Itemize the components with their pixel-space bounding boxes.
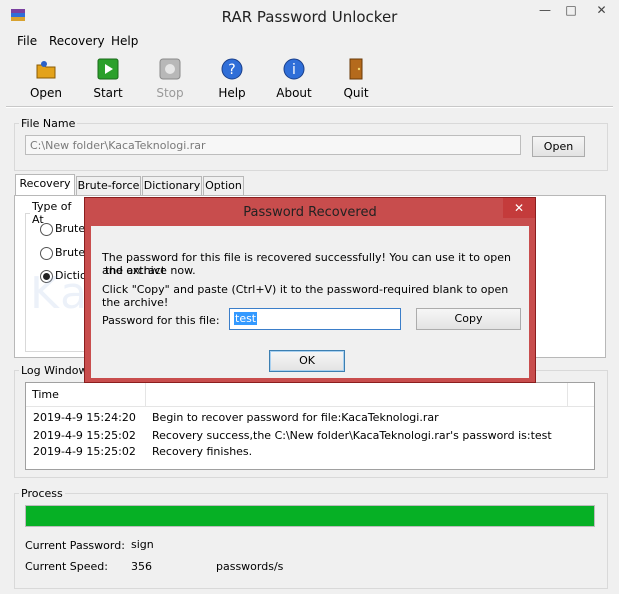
current-speed-label: Current Speed:	[25, 560, 108, 573]
play-icon	[97, 58, 119, 80]
password-value: test	[234, 312, 258, 325]
current-password-value: sign	[131, 538, 154, 551]
toolbar: Open Start Stop ? Help i About Quit	[0, 52, 619, 106]
radio-brute-2-label: Brute	[55, 246, 86, 259]
menu-help[interactable]: Help	[111, 34, 138, 48]
door-exit-icon	[345, 58, 367, 80]
log-column-message[interactable]	[146, 383, 568, 407]
about-label: About	[276, 86, 312, 100]
dialog-message-2: Click "Copy" and paste (Ctrl+V) it to th…	[102, 283, 509, 309]
log-row-3-time: 2019-4-9 15:25:02	[33, 445, 136, 458]
stop-icon	[159, 58, 181, 80]
svg-text:i: i	[292, 62, 296, 78]
stop-button[interactable]: Stop	[145, 58, 195, 100]
dialog-close-button[interactable]: ✕	[503, 198, 535, 218]
log-window-label: Log Window	[21, 364, 88, 377]
quit-button[interactable]: Quit	[331, 58, 381, 100]
progress-bar	[25, 505, 595, 527]
start-label: Start	[93, 86, 123, 100]
password-field[interactable]: test	[229, 308, 401, 330]
log-row-3-message: Recovery finishes.	[152, 445, 253, 458]
password-label: Password for this file:	[102, 314, 220, 327]
about-button[interactable]: i About	[269, 58, 319, 100]
open-button[interactable]: Open	[21, 58, 71, 100]
svg-text:?: ?	[228, 62, 235, 78]
dialog-body: The password for this file is recovered …	[91, 226, 529, 378]
process-label: Process	[21, 487, 63, 500]
radio-brute-2[interactable]	[40, 247, 53, 260]
current-speed-value: 356	[131, 560, 152, 573]
quit-label: Quit	[343, 86, 369, 100]
title-bar: RAR Password Unlocker — □ ✕	[0, 0, 619, 31]
tab-option[interactable]: Option	[203, 176, 244, 195]
copy-button[interactable]: Copy	[416, 308, 521, 330]
ok-button[interactable]: OK	[269, 350, 345, 372]
file-path-field[interactable]: C:\New folder\KacaTeknologi.rar	[25, 135, 521, 155]
menu-bar: File Recovery Help	[0, 31, 619, 51]
log-row-2-message: Recovery success,the C:\New folder\KacaT…	[152, 429, 552, 442]
start-button[interactable]: Start	[83, 58, 133, 100]
password-recovered-dialog: Password Recovered ✕ The password for th…	[84, 197, 536, 383]
dialog-message-1b: the archive now.	[105, 264, 196, 277]
dialog-title: Password Recovered	[243, 205, 377, 220]
open-label: Open	[29, 86, 63, 100]
log-column-time[interactable]: Time	[26, 383, 146, 407]
radio-brute-1[interactable]	[40, 223, 53, 236]
log-row-1-message: Begin to recover password for file:KacaT…	[152, 411, 439, 424]
help-label: Help	[218, 86, 246, 100]
file-open-button[interactable]: Open	[532, 136, 585, 157]
log-row-2-time: 2019-4-9 15:25:02	[33, 429, 136, 442]
tab-brute-force[interactable]: Brute-force	[76, 176, 141, 195]
menu-recovery[interactable]: Recovery	[49, 34, 105, 48]
maximize-button[interactable]: □	[558, 0, 584, 21]
folder-open-icon	[35, 58, 57, 80]
process-group: Process	[14, 487, 608, 589]
speed-unit: passwords/s	[216, 560, 284, 573]
stop-label: Stop	[156, 86, 184, 100]
menu-file[interactable]: File	[17, 34, 37, 48]
help-button[interactable]: ? Help	[207, 58, 257, 100]
log-list[interactable]: Time 2019-4-9 15:24:20 Begin to recover …	[25, 382, 595, 470]
minimize-button[interactable]: —	[532, 0, 558, 21]
info-icon: i	[283, 58, 305, 80]
toolbar-divider	[6, 106, 613, 108]
current-password-label: Current Password:	[25, 539, 125, 552]
log-row-1-time: 2019-4-9 15:24:20	[33, 411, 136, 424]
file-name-label: File Name	[21, 117, 76, 130]
window-title: RAR Password Unlocker	[221, 8, 398, 26]
radio-dictionary[interactable]	[40, 270, 53, 283]
tab-dictionary[interactable]: Dictionary	[142, 176, 202, 195]
progress-fill	[26, 506, 594, 526]
radio-brute-1-label: Brute	[55, 222, 86, 235]
log-column-extra	[568, 383, 594, 407]
tab-recovery[interactable]: Recovery	[15, 174, 75, 196]
close-button[interactable]: ✕	[584, 0, 619, 21]
help-icon: ?	[221, 58, 243, 80]
